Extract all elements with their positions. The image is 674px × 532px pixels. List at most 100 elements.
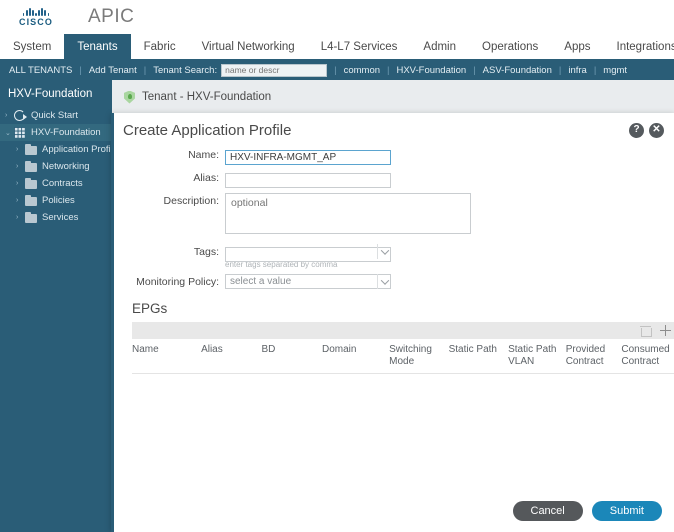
close-icon[interactable]: ✕ bbox=[649, 122, 664, 138]
folder-icon bbox=[25, 143, 38, 155]
product-title: APIC bbox=[88, 6, 135, 27]
folder-icon bbox=[25, 211, 38, 223]
sidebar-item-label: Contracts bbox=[42, 178, 83, 189]
sidebar-item-label: HXV-Foundation bbox=[31, 127, 101, 138]
field-row-name: Name: bbox=[123, 147, 665, 165]
dialog-header: Create Application Profile ? ✕ bbox=[114, 113, 674, 147]
tab-fabric[interactable]: Fabric bbox=[131, 34, 189, 59]
column-header: Switching Mode bbox=[389, 344, 432, 367]
submit-button[interactable]: Submit bbox=[591, 501, 662, 521]
tenant-search-input[interactable] bbox=[221, 64, 328, 77]
monitoring-policy-select[interactable]: select a value bbox=[225, 274, 391, 289]
dialog-body: Name: Alias: Description: Tags: bbox=[114, 147, 674, 490]
column-header: Provided Contract bbox=[565, 344, 606, 367]
tab-integrations[interactable]: Integrations bbox=[604, 34, 674, 59]
field-row-monitoring-policy: Monitoring Policy: select a value bbox=[123, 274, 665, 289]
separator: | bbox=[79, 65, 82, 76]
apic-application-window: CISCO APIC System Tenants Fabric Virtual Ne… bbox=[0, 0, 674, 532]
description-label: Description: bbox=[163, 195, 219, 207]
quick-start-icon bbox=[14, 110, 27, 121]
tab-operations[interactable]: Operations bbox=[469, 34, 551, 59]
plus-icon[interactable] bbox=[660, 325, 671, 336]
tenant-link-infra[interactable]: infra bbox=[568, 65, 586, 76]
expand-arrow-icon[interactable]: › bbox=[16, 146, 25, 153]
separator: | bbox=[387, 65, 390, 76]
sidebar-item-label: Application Profiles bbox=[42, 144, 112, 155]
tab-virtual-networking[interactable]: Virtual Networking bbox=[189, 34, 308, 59]
breadcrumb: Tenant - HXV-Foundation bbox=[112, 80, 674, 114]
trash-icon[interactable] bbox=[640, 326, 652, 337]
create-application-profile-dialog: Create Application Profile ? ✕ Name: Ali… bbox=[111, 113, 674, 532]
column-header: Consumed Contract bbox=[621, 344, 670, 367]
brand-bar: CISCO APIC bbox=[0, 0, 674, 34]
column-header: Static Path VLAN bbox=[508, 344, 557, 367]
sidebar-item-quick-start[interactable]: › Quick Start bbox=[0, 107, 112, 124]
sidebar-item-networking[interactable]: › Networking bbox=[0, 158, 112, 175]
sidebar-item-contracts[interactable]: › Contracts bbox=[0, 175, 112, 192]
breadcrumb-text: Tenant - HXV-Foundation bbox=[142, 91, 272, 103]
tab-tenants[interactable]: Tenants bbox=[64, 34, 131, 59]
sidebar-item-application-profiles[interactable]: › Application Profiles bbox=[0, 141, 112, 158]
field-row-alias: Alias: bbox=[123, 170, 665, 188]
sidebar-title: HXV-Foundation bbox=[8, 88, 93, 100]
epgs-toolbar bbox=[132, 322, 674, 339]
name-input[interactable] bbox=[225, 150, 391, 165]
sidebar-tree: › Quick Start ⌄ HXV-Foundation › Application … bbox=[0, 107, 112, 226]
sidebar-item-label: Policies bbox=[42, 195, 75, 206]
field-row-tags: Tags: enter tags separated by comma bbox=[123, 244, 665, 269]
add-tenant-link[interactable]: Add Tenant bbox=[89, 65, 137, 76]
folder-icon bbox=[25, 177, 38, 189]
alias-label: Alias: bbox=[193, 172, 219, 184]
sidebar-item-services[interactable]: › Services bbox=[0, 209, 112, 226]
separator: | bbox=[143, 65, 147, 76]
sidebar-item-label: Services bbox=[42, 212, 79, 223]
tab-l4-l7-services[interactable]: L4-L7 Services bbox=[308, 34, 411, 59]
tenant-toolbar: ALL TENANTS | Add Tenant | Tenant Search… bbox=[0, 61, 674, 80]
separator: | bbox=[558, 65, 562, 76]
tab-apps[interactable]: Apps bbox=[551, 34, 603, 59]
epgs-table-header: Name Alias BD Domain Switching Mode Static Pa… bbox=[132, 339, 674, 374]
tab-system[interactable]: System bbox=[0, 34, 64, 59]
help-icon[interactable]: ? bbox=[629, 122, 644, 138]
cisco-logo: CISCO bbox=[10, 7, 62, 27]
tenant-link-hxv-foundation[interactable]: HXV-Foundation bbox=[396, 65, 466, 76]
tenant-search-label: Tenant Search: bbox=[153, 65, 218, 76]
tenant-shield-icon bbox=[124, 90, 135, 104]
cisco-bridge-icon bbox=[22, 7, 50, 16]
sidebar-item-policies[interactable]: › Policies bbox=[0, 192, 112, 209]
alias-input[interactable] bbox=[225, 173, 391, 188]
column-header: Alias bbox=[201, 344, 223, 355]
chevron-down-icon[interactable] bbox=[377, 274, 391, 289]
tags-label: Tags: bbox=[193, 246, 219, 258]
main-navigation-tabs: System Tenants Fabric Virtual Networking L4-… bbox=[0, 34, 674, 61]
cancel-button[interactable]: Cancel bbox=[512, 501, 583, 521]
column-header: Name bbox=[132, 344, 159, 355]
separator: | bbox=[593, 65, 597, 76]
tags-input[interactable] bbox=[225, 247, 391, 262]
column-header: Static Path bbox=[448, 344, 497, 355]
epgs-section-title: EPGs bbox=[132, 301, 168, 316]
expand-arrow-icon[interactable]: › bbox=[16, 180, 25, 187]
tenant-link-mgmt[interactable]: mgmt bbox=[603, 65, 627, 76]
cisco-wordmark: CISCO bbox=[18, 17, 53, 27]
expand-arrow-icon[interactable]: › bbox=[16, 163, 25, 170]
monitoring-policy-label: Monitoring Policy: bbox=[136, 276, 219, 288]
expand-arrow-icon[interactable]: › bbox=[16, 197, 25, 204]
expand-arrow-icon[interactable]: › bbox=[16, 214, 25, 221]
expand-arrow-icon[interactable]: › bbox=[5, 112, 14, 119]
chevron-down-icon[interactable] bbox=[377, 244, 391, 259]
separator: | bbox=[473, 65, 476, 76]
tab-admin[interactable]: Admin bbox=[410, 34, 469, 59]
all-tenants-link[interactable]: ALL TENANTS bbox=[9, 65, 72, 76]
tenant-icon bbox=[14, 127, 27, 138]
expand-arrow-icon[interactable]: ⌄ bbox=[5, 129, 14, 137]
tenant-link-common[interactable]: common bbox=[344, 65, 380, 76]
dialog-title: Create Application Profile bbox=[123, 121, 292, 139]
tenant-link-asv-foundation[interactable]: ASV-Foundation bbox=[483, 65, 552, 76]
sidebar-item-label: Networking bbox=[42, 161, 90, 172]
description-textarea[interactable] bbox=[225, 193, 471, 234]
column-header: Domain bbox=[321, 344, 357, 355]
sidebar-item-hxv-foundation[interactable]: ⌄ HXV-Foundation bbox=[0, 124, 112, 141]
dialog-footer: Cancel Submit bbox=[114, 490, 674, 532]
field-row-description: Description: bbox=[123, 193, 665, 239]
